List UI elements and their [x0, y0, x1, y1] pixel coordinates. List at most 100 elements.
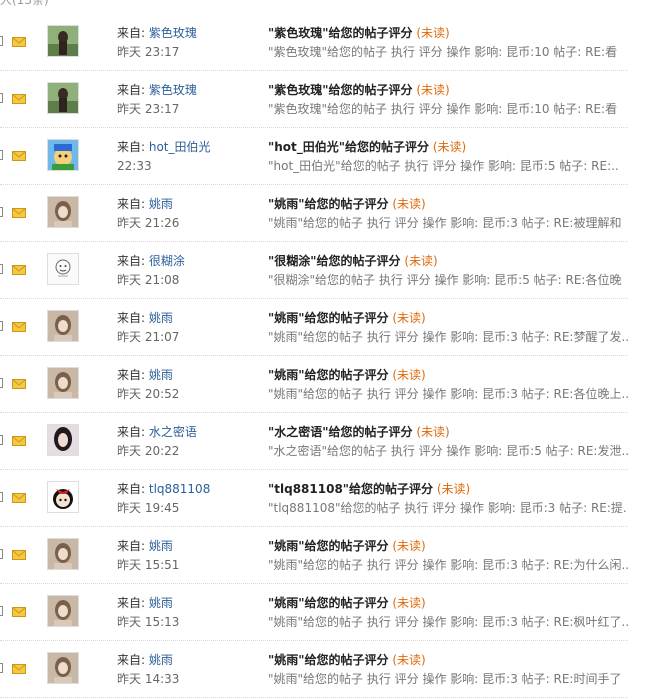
select-checkbox[interactable] [0, 549, 3, 559]
sender-avatar[interactable] [47, 139, 79, 171]
sender-avatar[interactable] [47, 25, 79, 57]
sender-avatar[interactable] [47, 367, 79, 399]
envelope-icon [12, 37, 26, 47]
select-checkbox[interactable] [0, 150, 3, 160]
message-row[interactable]: 来自: 很糊涂 昨天 21:08 "很糊涂"给您的帖子评分 (未读) "很糊涂"… [0, 242, 628, 299]
sender-name-link[interactable]: tlq881108 [149, 482, 210, 496]
unread-badge: (未读) [392, 311, 426, 325]
sender-avatar[interactable] [47, 538, 79, 570]
sender-avatar[interactable] [47, 253, 79, 285]
sender-name-link[interactable]: hot_田伯光 [149, 140, 211, 154]
sender-avatar[interactable] [47, 196, 79, 228]
sender-name-link[interactable]: 姚雨 [149, 596, 173, 610]
unread-badge: (未读) [392, 596, 426, 610]
message-title[interactable]: "姚雨"给您的帖子评分 [268, 368, 389, 382]
message-title[interactable]: "紫色玫瑰"给您的帖子评分 [268, 83, 413, 97]
message-row[interactable]: 来自: 紫色玫瑰 昨天 23:17 "紫色玫瑰"给您的帖子评分 (未读) "紫色… [0, 71, 628, 128]
message-detail: "姚雨"给您的帖子 执行 评分 操作 影响: 昆币:3 帖子: RE:时间手了 [268, 672, 622, 686]
message-title[interactable]: "水之密语"给您的帖子评分 [268, 425, 413, 439]
sender-name-link[interactable]: 姚雨 [149, 197, 173, 211]
avatar-girl-photo-image [48, 539, 78, 569]
from-label: 来自: [117, 482, 149, 496]
select-checkbox[interactable] [0, 264, 3, 274]
sender-name-link[interactable]: 姚雨 [149, 368, 173, 382]
sender-name-link[interactable]: 姚雨 [149, 653, 173, 667]
select-checkbox[interactable] [0, 93, 3, 103]
sender-avatar[interactable] [47, 310, 79, 342]
message-title[interactable]: "tlq881108"给您的帖子评分 [268, 482, 433, 496]
sender-avatar[interactable] [47, 82, 79, 114]
avatar-girl-photo-image [48, 653, 78, 683]
avatar-girl-photo-image [48, 311, 78, 341]
message-title[interactable]: "姚雨"给您的帖子评分 [268, 311, 389, 325]
message-title[interactable]: "hot_田伯光"给您的帖子评分 [268, 140, 429, 154]
sender-avatar[interactable] [47, 595, 79, 627]
select-checkbox[interactable] [0, 207, 3, 217]
unread-badge: (未读) [392, 197, 426, 211]
select-checkbox[interactable] [0, 435, 3, 445]
from-label: 来自: [117, 596, 149, 610]
message-row[interactable]: 来自: 姚雨 昨天 20:52 "姚雨"给您的帖子评分 (未读) "姚雨"给您的… [0, 356, 628, 413]
message-detail: "hot_田伯光"给您的帖子 执行 评分 操作 影响: 昆币:5 帖子: RE:… [268, 159, 619, 173]
from-label: 来自: [117, 653, 149, 667]
select-checkbox[interactable] [0, 36, 3, 46]
sender-name-link[interactable]: 很糊涂 [149, 254, 185, 268]
sender-avatar[interactable] [47, 652, 79, 684]
select-checkbox[interactable] [0, 492, 3, 502]
from-label: 来自: [117, 425, 149, 439]
message-title[interactable]: "姚雨"给您的帖子评分 [268, 539, 389, 553]
message-row[interactable]: 来自: tlq881108 昨天 19:45 "tlq881108"给您的帖子评… [0, 470, 628, 527]
unread-badge: (未读) [392, 539, 426, 553]
message-title[interactable]: "很糊涂"给您的帖子评分 [268, 254, 401, 268]
message-row[interactable]: 来自: hot_田伯光 22:33 "hot_田伯光"给您的帖子评分 (未读) … [0, 128, 628, 185]
from-label: 来自: [117, 140, 149, 154]
message-row[interactable]: 来自: 紫色玫瑰 昨天 23:17 "紫色玫瑰"给您的帖子评分 (未读) "紫色… [0, 14, 628, 71]
message-row[interactable]: 来自: 姚雨 昨天 15:13 "姚雨"给您的帖子评分 (未读) "姚雨"给您的… [0, 584, 628, 641]
message-time: 昨天 19:45 [117, 501, 180, 515]
message-detail: "姚雨"给您的帖子 执行 评分 操作 影响: 昆币:3 帖子: RE:被理解和 [268, 216, 622, 230]
message-detail: "紫色玫瑰"给您的帖子 执行 评分 操作 影响: 昆币:10 帖子: RE:看 [268, 102, 618, 116]
select-checkbox[interactable] [0, 663, 3, 673]
sender-name-link[interactable]: 紫色玫瑰 [149, 26, 197, 40]
avatar-girl-photo-image [48, 596, 78, 626]
message-time: 22:33 [117, 159, 152, 173]
sender-avatar[interactable] [47, 424, 79, 456]
list-header-count: 人(13条) [0, 0, 49, 7]
message-time: 昨天 23:17 [117, 45, 180, 59]
message-row[interactable]: 来自: 姚雨 昨天 21:07 "姚雨"给您的帖子评分 (未读) "姚雨"给您的… [0, 299, 628, 356]
select-checkbox[interactable] [0, 378, 3, 388]
from-label: 来自: [117, 368, 149, 382]
message-title[interactable]: "姚雨"给您的帖子评分 [268, 653, 389, 667]
envelope-icon [12, 607, 26, 617]
unread-badge: (未读) [404, 254, 438, 268]
select-checkbox[interactable] [0, 606, 3, 616]
unread-badge: (未读) [392, 653, 426, 667]
message-row[interactable]: 来自: 姚雨 昨天 21:26 "姚雨"给您的帖子评分 (未读) "姚雨"给您的… [0, 185, 628, 242]
message-row[interactable]: 来自: 姚雨 昨天 15:51 "姚雨"给您的帖子评分 (未读) "姚雨"给您的… [0, 527, 628, 584]
avatar-girl-green-image [48, 83, 78, 113]
sender-name-link[interactable]: 姚雨 [149, 311, 173, 325]
envelope-icon [12, 436, 26, 446]
message-time: 昨天 15:51 [117, 558, 180, 572]
envelope-icon [12, 379, 26, 389]
avatar-cartoon-red-image [48, 482, 78, 512]
sender-name-link[interactable]: 紫色玫瑰 [149, 83, 197, 97]
sender-name-link[interactable]: 姚雨 [149, 539, 173, 553]
message-row[interactable]: 来自: 水之密语 昨天 20:22 "水之密语"给您的帖子评分 (未读) "水之… [0, 413, 628, 470]
sender-name-link[interactable]: 水之密语 [149, 425, 197, 439]
message-row[interactable]: 来自: 姚雨 昨天 14:33 "姚雨"给您的帖子评分 (未读) "姚雨"给您的… [0, 641, 628, 698]
message-time: 昨天 23:17 [117, 102, 180, 116]
select-checkbox[interactable] [0, 321, 3, 331]
message-time: 昨天 15:13 [117, 615, 180, 629]
avatar-cartoon-blue-image [48, 140, 78, 170]
envelope-icon [12, 493, 26, 503]
message-title[interactable]: "姚雨"给您的帖子评分 [268, 596, 389, 610]
message-time: 昨天 21:26 [117, 216, 180, 230]
from-label: 来自: [117, 197, 149, 211]
from-label: 来自: [117, 539, 149, 553]
message-title[interactable]: "姚雨"给您的帖子评分 [268, 197, 389, 211]
message-detail: "姚雨"给您的帖子 执行 评分 操作 影响: 昆币:3 帖子: RE:各位晚上.… [268, 387, 628, 401]
envelope-icon [12, 265, 26, 275]
sender-avatar[interactable] [47, 481, 79, 513]
message-title[interactable]: "紫色玫瑰"给您的帖子评分 [268, 26, 413, 40]
